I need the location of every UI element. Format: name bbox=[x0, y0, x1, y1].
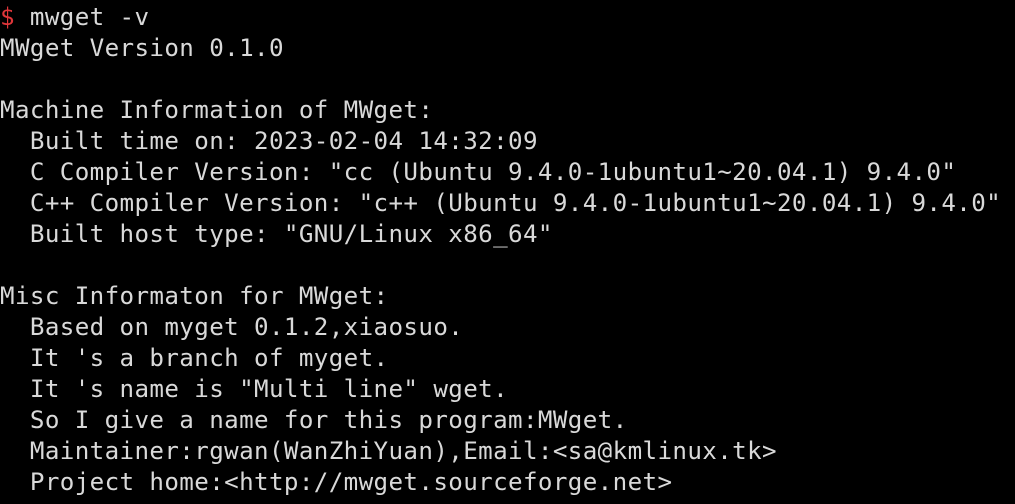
output-line-c-compiler: C Compiler Version: "cc (Ubuntu 9.4.0-1u… bbox=[0, 158, 957, 186]
output-line-maintainer: Maintainer:rgwan(WanZhiYuan),Email:<sa@k… bbox=[0, 437, 777, 465]
output-blank-line bbox=[0, 250, 1015, 281]
output-line-host-type: Built host type: "GNU/Linux x86_64" bbox=[0, 220, 553, 248]
output-line-based-on: Based on myget 0.1.2,xiaosuo. bbox=[0, 313, 464, 341]
output-line-machine-header: Machine Information of MWget: bbox=[0, 96, 434, 124]
output-line-branch: It 's a branch of myget. bbox=[0, 344, 389, 372]
output-line-project-home: Project home:<http://mwget.sourceforge.n… bbox=[0, 468, 673, 496]
command-text: mwget -v bbox=[14, 3, 150, 31]
output-line-version: MWget Version 0.1.0 bbox=[0, 34, 284, 62]
output-line-misc-header: Misc Informaton for MWget: bbox=[0, 282, 389, 310]
output-line-name: It 's name is "Multi line" wget. bbox=[0, 375, 509, 403]
output-line-built-time: Built time on: 2023-02-04 14:32:09 bbox=[0, 127, 538, 155]
output-line-program-name: So I give a name for this program:MWget. bbox=[0, 406, 628, 434]
terminal-window[interactable]: $ mwget -v MWget Version 0.1.0 Machine I… bbox=[0, 0, 1015, 504]
command-line: $ mwget -v bbox=[0, 2, 1015, 33]
output-line-cpp-compiler: C++ Compiler Version: "c++ (Ubuntu 9.4.0… bbox=[0, 189, 1002, 217]
output-blank-line bbox=[0, 64, 1015, 95]
prompt-symbol: $ bbox=[0, 3, 15, 31]
